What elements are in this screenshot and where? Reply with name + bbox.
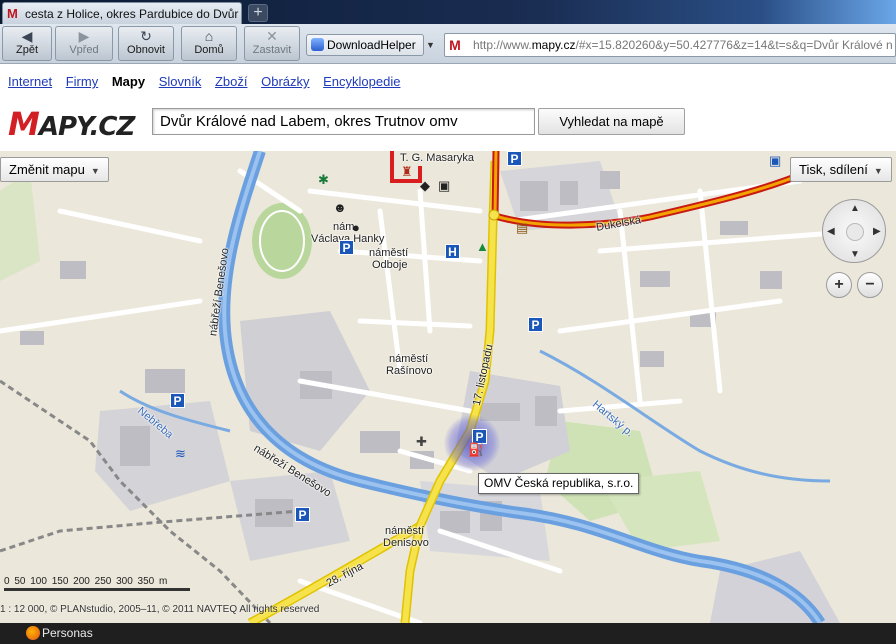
new-tab-button[interactable]: +: [248, 4, 268, 22]
print-share-label: Tisk, sdílení: [799, 162, 868, 177]
change-map-button[interactable]: Změnit mapu ▼: [0, 157, 109, 182]
zoom-out-button[interactable]: −: [857, 272, 883, 298]
parking-icon[interactable]: P: [528, 317, 543, 332]
forward-label: Vpřed: [69, 44, 99, 56]
home-icon: ⌂: [204, 28, 214, 44]
scale-ticks: 0 50 100 150 200 250 300 350 m: [4, 576, 168, 587]
label-rasinovo-1: náměstí: [389, 353, 429, 365]
mapy-logo[interactable]: MAPY.CZ: [8, 105, 135, 143]
dropdown-arrow-icon: ▼: [90, 166, 100, 176]
link-firmy[interactable]: Firmy: [66, 74, 99, 89]
link-slovnik[interactable]: Slovník: [159, 74, 202, 89]
url-text: http://www.mapy.cz/#x=15.820260&y=50.427…: [473, 38, 893, 52]
label-tg-masaryka: T. G. Masaryka: [400, 152, 474, 164]
fuel-station-icon[interactable]: ⛽: [468, 443, 484, 457]
monument-icon[interactable]: ♜: [401, 165, 413, 179]
map-copyright: 1 : 12 000, © PLANstudio, 2005–11, © 201…: [0, 604, 320, 615]
reload-label: Obnovit: [127, 44, 165, 56]
scale-line: [4, 588, 190, 591]
sport-icon[interactable]: ✱: [318, 173, 329, 187]
poi-tooltip: OMV Česká republika, s.r.o.: [478, 473, 640, 494]
dropdown-arrow-icon: ▼: [873, 166, 883, 176]
link-zbozi[interactable]: Zboží: [215, 74, 248, 89]
print-share-button[interactable]: Tisk, sdílení ▼: [790, 157, 892, 182]
parking-icon[interactable]: ▣: [769, 154, 781, 168]
label-odboje-1: náměstí: [369, 247, 409, 259]
change-map-label: Změnit mapu: [9, 162, 85, 177]
forward-arrow-icon: ▶: [78, 28, 90, 44]
tab-strip: M cesta z Holice, okres Pardubice do Dvů…: [0, 0, 896, 24]
pan-right-icon[interactable]: ▶: [873, 227, 881, 237]
stop-button[interactable]: ✕ Zastavit: [244, 26, 300, 61]
link-mapy-current: Mapy: [111, 74, 146, 89]
downloadhelper-dropdown-icon[interactable]: ▼: [426, 34, 438, 56]
label-denisovo-1: náměstí: [385, 525, 425, 537]
browser-tab[interactable]: M cesta z Holice, okres Pardubice do Dvů…: [2, 2, 242, 24]
address-bar[interactable]: M http://www.mapy.cz/#x=15.820260&y=50.4…: [444, 33, 896, 57]
reload-icon: ↻: [140, 28, 152, 44]
search-input[interactable]: Dvůr Králové nad Labem, okres Trutnov om…: [152, 108, 535, 135]
pan-control[interactable]: ▲ ▼ ◀ ▶: [822, 199, 886, 263]
pan-down-icon[interactable]: ▼: [850, 250, 860, 260]
navigation-toolbar: ◀ Zpět ▶ Vpřed ↻ Obnovit ⌂ Domů ✕ Zastav…: [0, 24, 896, 64]
personas-menu[interactable]: Personas: [42, 626, 93, 640]
parking-icon[interactable]: P: [170, 393, 185, 408]
reload-button[interactable]: ↻ Obnovit: [118, 26, 174, 61]
info-icon[interactable]: ◆: [420, 179, 430, 193]
bus-icon[interactable]: ▲: [476, 240, 489, 254]
tab-title: cesta z Holice, okres Pardubice do Dvůr …: [25, 6, 239, 21]
search-map-button[interactable]: Vyhledat na mapě: [538, 108, 685, 135]
downloadhelper-label: DownloadHelper: [327, 38, 416, 52]
parking-icon[interactable]: P: [295, 507, 310, 522]
label-rasinovo-2: Rašínovo: [386, 365, 433, 377]
portal-header: Internet Firmy Mapy Slovník Zboží Obrázk…: [0, 65, 896, 151]
site-favicon: M: [449, 37, 461, 53]
label-odboje-2: Odboje: [372, 259, 408, 271]
forward-button[interactable]: ▶ Vpřed: [55, 26, 113, 61]
status-bar: Personas: [0, 623, 896, 644]
church-icon[interactable]: ✚: [416, 435, 427, 449]
downloadhelper-icon: [311, 38, 324, 51]
portal-links: Internet Firmy Mapy Slovník Zboží Obrázk…: [8, 74, 410, 89]
back-button[interactable]: ◀ Zpět: [2, 26, 52, 61]
home-label: Domů: [194, 44, 224, 56]
pan-left-icon[interactable]: ◀: [827, 227, 835, 237]
parking-icon[interactable]: P: [339, 240, 354, 255]
library-icon[interactable]: ▤: [516, 221, 528, 235]
link-obrazky[interactable]: Obrázky: [261, 74, 309, 89]
label-denisovo-2: Denisovo: [383, 537, 429, 549]
zoom-in-button[interactable]: +: [826, 272, 852, 298]
pan-up-icon[interactable]: ▲: [850, 204, 860, 214]
link-internet[interactable]: Internet: [8, 74, 52, 89]
stop-icon: ✕: [266, 28, 278, 44]
cinema-icon[interactable]: ●: [352, 221, 360, 235]
map-view[interactable]: T. G. Masaryka nám. Václava Hanky náměst…: [0, 151, 896, 623]
stop-label: Zastavit: [252, 44, 292, 56]
castle-icon[interactable]: ▣: [438, 179, 450, 193]
hospital-icon[interactable]: H: [445, 244, 460, 259]
personas-icon: [26, 626, 40, 640]
mapy-m-icon: M: [7, 5, 18, 21]
back-label: Zpět: [15, 44, 38, 56]
back-arrow-icon: ◀: [21, 28, 33, 44]
swimming-icon[interactable]: ≋: [175, 447, 186, 461]
home-button[interactable]: ⌂ Domů: [181, 26, 237, 61]
link-encyklopedie[interactable]: Encyklopedie: [323, 74, 400, 89]
theatre-icon[interactable]: ☻: [333, 201, 347, 215]
downloadhelper-button[interactable]: DownloadHelper: [306, 34, 424, 56]
scale-bar: 0 50 100 150 200 250 300 350 m: [0, 574, 200, 591]
pan-center[interactable]: [846, 223, 864, 241]
parking-icon[interactable]: P: [507, 151, 522, 166]
map-canvas: [0, 151, 896, 623]
